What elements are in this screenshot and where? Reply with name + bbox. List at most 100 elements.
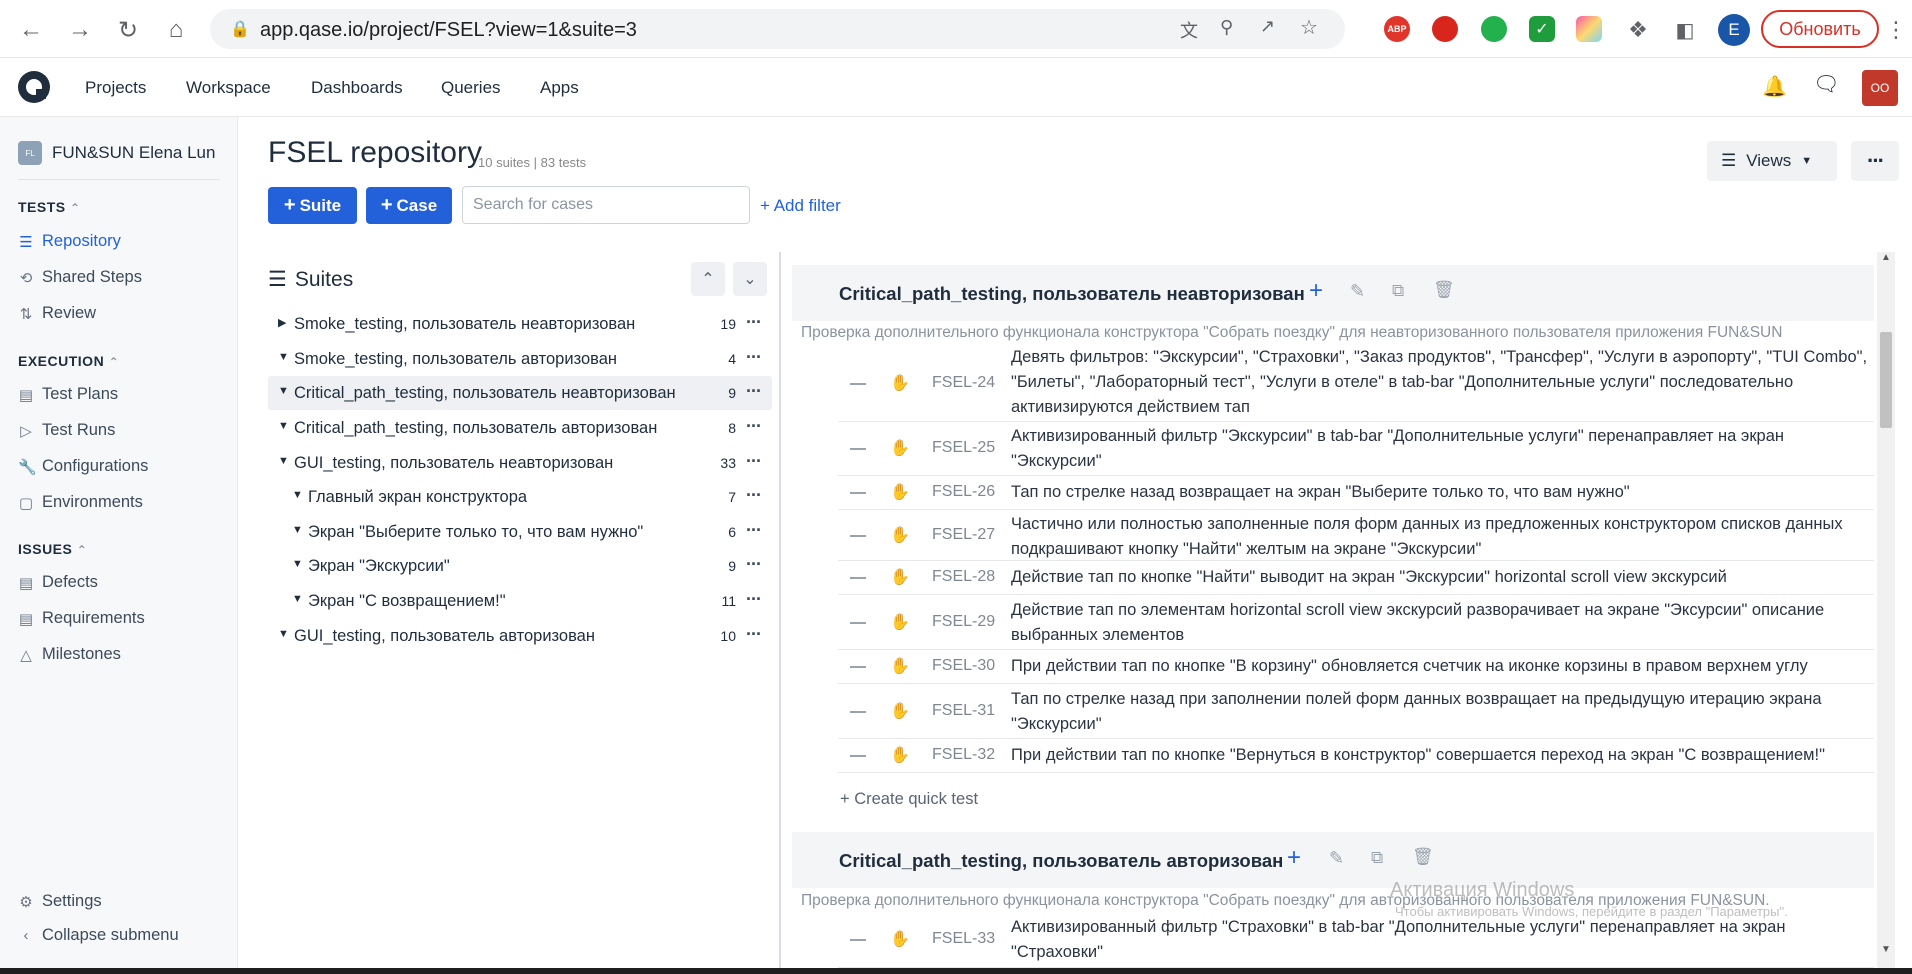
views-dropdown[interactable]: ☰ Views ▼ bbox=[1707, 141, 1837, 181]
sidebar-item-test-plans[interactable]: ▤ Test Plans bbox=[18, 385, 118, 404]
test-case-row[interactable]: ✋ FSEL-26 Тап по стрелке назад возвращает … bbox=[838, 476, 1874, 510]
case-title[interactable]: Частично или полностью заполненные поля … bbox=[1011, 512, 1871, 562]
test-case-row[interactable]: ✋ FSEL-25 Активизированный фильтр "Экскурс… bbox=[838, 422, 1874, 476]
case-title[interactable]: Тап по стрелке назад при заполнении поле… bbox=[1011, 687, 1871, 737]
scrollbar[interactable]: ▲ ▼ bbox=[1877, 252, 1895, 974]
url-text[interactable]: app.qase.io/project/FSEL?view=1&suite=3 bbox=[260, 19, 637, 42]
suite-more-icon[interactable]: ··· bbox=[746, 347, 762, 368]
case-id[interactable]: FSEL-33 bbox=[932, 930, 995, 948]
extension-hand-icon[interactable] bbox=[1432, 16, 1458, 42]
create-quick-test-link[interactable]: + Create quick test bbox=[840, 790, 978, 809]
add-case-plus-icon[interactable]: + bbox=[1287, 844, 1301, 872]
test-case-row[interactable]: ✋ FSEL-24 Девять фильтров: "Экскурсии", "С… bbox=[838, 345, 1874, 422]
test-case-row[interactable]: ✋ FSEL-29 Действие тап по элементам horizo… bbox=[838, 595, 1874, 650]
extension-color-icon[interactable] bbox=[1576, 16, 1602, 42]
bookmark-star-icon[interactable]: ☆ bbox=[1300, 15, 1318, 40]
case-id[interactable]: FSEL-29 bbox=[932, 613, 995, 631]
suite-tree-item[interactable]: ▼ GUI_testing, пользователь неавторизован… bbox=[268, 446, 772, 480]
suite-more-icon[interactable]: ··· bbox=[746, 312, 762, 333]
suite-more-icon[interactable]: ··· bbox=[746, 554, 762, 575]
section-issues[interactable]: ISSUES ⌃ bbox=[18, 541, 87, 557]
suite-more-icon[interactable]: ··· bbox=[746, 416, 762, 437]
suite-more-icon[interactable]: ··· bbox=[746, 485, 762, 506]
home-icon[interactable]: ⌂ bbox=[158, 12, 194, 48]
test-case-row[interactable]: ✋ FSEL-27 Частично или полностью заполненн… bbox=[838, 510, 1874, 561]
reload-icon[interactable]: ↻ bbox=[110, 12, 146, 48]
sidebar-item-repository[interactable]: ☰ Repository bbox=[18, 232, 121, 251]
case-id[interactable]: FSEL-30 bbox=[932, 657, 995, 675]
extensions-puzzle-icon[interactable]: ❖ bbox=[1620, 12, 1656, 48]
suite-tree-item[interactable]: ▼ GUI_testing, пользователь авторизован 10… bbox=[268, 619, 772, 653]
case-title[interactable]: При действии тап по кнопке "Вернуться в … bbox=[1011, 743, 1871, 768]
edit-pencil-icon[interactable]: ✎ bbox=[1350, 281, 1365, 302]
forward-arrow-icon[interactable]: → bbox=[62, 12, 98, 48]
chat-icon[interactable]: 🗨 bbox=[1813, 73, 1840, 97]
search-cases-input[interactable] bbox=[462, 186, 750, 224]
test-case-row[interactable]: ✋ FSEL-28 Действие тап по кнопке "Найти" в… bbox=[838, 561, 1874, 595]
nav-workspace[interactable]: Workspace bbox=[186, 78, 271, 98]
more-options-button[interactable]: ··· bbox=[1851, 141, 1899, 181]
copy-icon[interactable]: ⧉ bbox=[1392, 281, 1404, 301]
sidebar-item-review[interactable]: ⇅ Review bbox=[18, 304, 96, 323]
case-title[interactable]: Действие тап по элементам horizontal scr… bbox=[1011, 598, 1871, 648]
case-title[interactable]: Активизированный фильтр "Страховки" в ta… bbox=[1011, 915, 1871, 965]
case-title[interactable]: Девять фильтров: "Экскурсии", "Страховки… bbox=[1011, 345, 1871, 420]
share-icon[interactable]: ↗ bbox=[1260, 16, 1275, 37]
project-name[interactable]: FUN&SUN Elena Lun bbox=[52, 143, 215, 163]
test-case-row[interactable]: ✋ FSEL-30 При действии тап по кнопке "В ко… bbox=[838, 650, 1874, 684]
trash-icon[interactable]: 🗑 bbox=[1433, 280, 1455, 300]
nav-projects[interactable]: Projects bbox=[85, 78, 146, 98]
update-button[interactable]: Обновить bbox=[1761, 10, 1879, 48]
suite-tree-item[interactable]: ▼ Экран "Выберите только то, что вам нужн… bbox=[268, 515, 772, 549]
sidebar-item-requirements[interactable]: ▤ Requirements bbox=[18, 609, 145, 628]
sidebar-settings[interactable]: ⚙ Settings bbox=[18, 892, 101, 911]
suite-more-icon[interactable]: ··· bbox=[746, 624, 762, 645]
sidebar-item-environments[interactable]: ▢ Environments bbox=[18, 493, 143, 512]
suite-tree-item[interactable]: ▼ Critical_path_testing, пользователь неа… bbox=[268, 376, 772, 410]
translate-icon[interactable]: 文 bbox=[1180, 17, 1198, 43]
test-case-row[interactable]: ✋ FSEL-31 Тап по стрелке назад при заполне… bbox=[838, 684, 1874, 739]
extension-check-icon[interactable]: ✓ bbox=[1529, 16, 1555, 42]
scroll-down-icon[interactable]: ▼ bbox=[1881, 944, 1891, 955]
nav-apps[interactable]: Apps bbox=[540, 78, 579, 98]
case-id[interactable]: FSEL-26 bbox=[932, 483, 995, 501]
sidebar-item-configurations[interactable]: 🔧 Configurations bbox=[18, 457, 148, 476]
add-case-plus-icon[interactable]: + bbox=[1309, 277, 1323, 305]
test-case-row[interactable]: ✋ FSEL-32 При действии тап по кнопке "Верн… bbox=[838, 739, 1874, 773]
add-case-button[interactable]: + Case bbox=[366, 187, 452, 224]
suite-more-icon[interactable]: ··· bbox=[746, 589, 762, 610]
section-tests[interactable]: TESTS ⌃ bbox=[18, 199, 81, 215]
expand-all-icon[interactable]: ⌄ bbox=[733, 262, 767, 296]
nav-dashboards[interactable]: Dashboards bbox=[311, 78, 403, 98]
collapse-submenu[interactable]: ‹ Collapse submenu bbox=[18, 926, 179, 945]
back-arrow-icon[interactable]: ← bbox=[13, 12, 49, 48]
case-id[interactable]: FSEL-25 bbox=[932, 439, 995, 457]
suite-tree-item[interactable]: ▶ Smoke_testing, пользователь неавторизов… bbox=[268, 307, 772, 341]
suite-tree-item[interactable]: ▼ Главный экран конструктора 7 ··· bbox=[268, 480, 772, 514]
case-title[interactable]: Действие тап по кнопке "Найти" выводит н… bbox=[1011, 565, 1871, 590]
sidebar-item-shared-steps[interactable]: ⟲ Shared Steps bbox=[18, 268, 142, 287]
case-id[interactable]: FSEL-27 bbox=[932, 526, 995, 544]
nav-queries[interactable]: Queries bbox=[441, 78, 501, 98]
case-title[interactable]: Тап по стрелке назад возвращает на экран… bbox=[1011, 480, 1871, 505]
add-filter-link[interactable]: + Add filter bbox=[760, 196, 841, 216]
test-case-row[interactable]: ✋ FSEL-33 Активизированный фильтр "Страхов… bbox=[838, 912, 1874, 968]
trash-icon[interactable]: 🗑 bbox=[1412, 847, 1434, 867]
case-id[interactable]: FSEL-24 bbox=[932, 374, 995, 392]
user-avatar[interactable]: OO bbox=[1862, 70, 1898, 106]
address-bar[interactable]: 🔒 app.qase.io/project/FSEL?view=1&suite=… bbox=[210, 9, 1345, 49]
suite-more-icon[interactable]: ··· bbox=[746, 381, 762, 402]
section-execution[interactable]: EXECUTION ⌃ bbox=[18, 353, 119, 369]
extension-shield-icon[interactable] bbox=[1481, 16, 1507, 42]
suite-tree-item[interactable]: ▼ Экран "С возвращением!" 11 ··· bbox=[268, 584, 772, 618]
case-id[interactable]: FSEL-32 bbox=[932, 746, 995, 764]
suite-tree-item[interactable]: ▼ Smoke_testing, пользователь авторизован… bbox=[268, 342, 772, 376]
browser-menu-icon[interactable]: ⋮ bbox=[1878, 12, 1912, 48]
add-suite-button[interactable]: + Suite bbox=[268, 187, 357, 224]
suite-tree-item[interactable]: ▼ Экран "Экскурсии" 9 ··· bbox=[268, 549, 772, 583]
profile-avatar[interactable]: E bbox=[1718, 14, 1750, 46]
suite-more-icon[interactable]: ··· bbox=[746, 451, 762, 472]
zoom-icon[interactable]: ⚲ bbox=[1220, 17, 1233, 38]
sidebar-item-test-runs[interactable]: ▷ Test Runs bbox=[18, 421, 115, 440]
adblock-icon[interactable]: ABP bbox=[1384, 16, 1410, 42]
